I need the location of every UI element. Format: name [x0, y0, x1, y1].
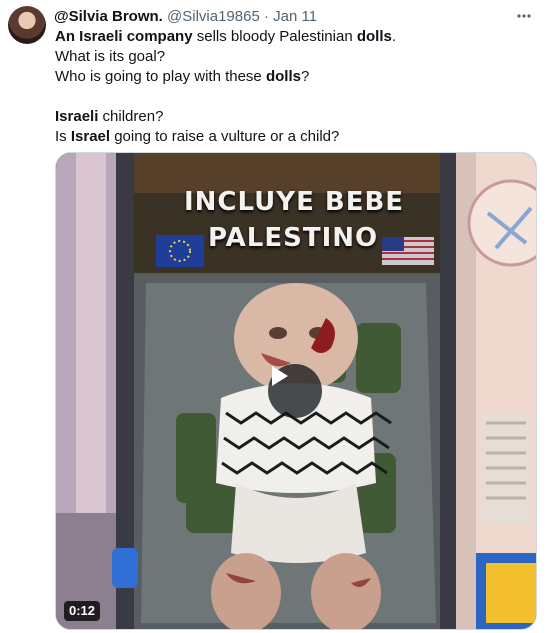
- avatar[interactable]: [8, 6, 46, 44]
- play-icon: [272, 366, 288, 386]
- separator-dot: ·: [263, 8, 269, 25]
- tweet[interactable]: @Silvia Brown. @Silvia19865 · Jan 11 An …: [0, 0, 547, 633]
- tweet-text-segment: sells bloody Palestinian: [192, 28, 357, 45]
- ellipsis-icon: [517, 14, 531, 18]
- tweet-text-bold: An Israeli company: [55, 28, 193, 45]
- video-duration-badge: 0:12: [64, 601, 101, 621]
- tweet-text-segment: children?: [98, 108, 164, 125]
- tweet-text-segment: Is: [55, 128, 71, 145]
- video-banner-line2: PALESTINO: [208, 223, 379, 253]
- tweet-line: What is its goal?: [55, 48, 166, 65]
- tweet-date[interactable]: Jan 11: [273, 8, 317, 25]
- tweet-text-bold: Israeli: [55, 108, 99, 125]
- author-handle[interactable]: @Silvia19865: [167, 8, 260, 25]
- author-display-name[interactable]: @Silvia Brown.: [54, 8, 163, 25]
- tweet-text-segment: Who is going to play with these: [55, 68, 266, 85]
- tweet-line: An Israeli company sells bloody Palestin…: [55, 27, 396, 47]
- tweet-header: @Silvia Brown. @Silvia19865 · Jan 11: [54, 7, 317, 27]
- play-button[interactable]: [268, 364, 322, 418]
- tweet-text-segment: .: [391, 28, 397, 45]
- tweet-text-bold: dolls: [356, 28, 392, 45]
- more-options-button[interactable]: [513, 5, 535, 27]
- tweet-text-segment: going to raise a vulture or a child?: [110, 128, 340, 145]
- tweet-line: Who is going to play with these dolls?: [55, 67, 396, 87]
- tweet-line: Israeli children?: [55, 107, 396, 127]
- tweet-text-bold: dolls: [265, 68, 301, 85]
- video-banner-line1: INCLUYE BEBE: [184, 187, 405, 217]
- video-player[interactable]: INCLUYE BEBE PALESTINO 0:12: [55, 152, 537, 630]
- tweet-text-bold: Israel: [70, 128, 111, 145]
- tweet-text-segment: ?: [300, 68, 310, 85]
- tweet-line: Is Israel going to raise a vulture or a …: [55, 127, 396, 147]
- tweet-text: An Israeli company sells bloody Palestin…: [55, 27, 396, 147]
